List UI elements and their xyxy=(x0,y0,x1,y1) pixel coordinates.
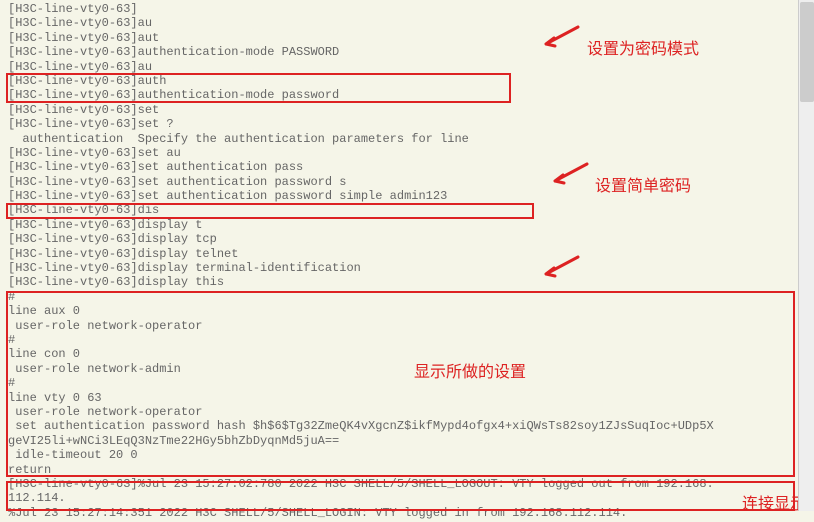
annotation-display-settings: 显示所做的设置 xyxy=(414,358,526,382)
terminal-line: [H3C-line-vty0-63]display tcp xyxy=(8,232,806,246)
terminal-line: [H3C-line-vty0-63]set ? xyxy=(8,117,806,131)
terminal-line: [H3C-line-vty0-63]au xyxy=(8,16,806,30)
scrollbar[interactable] xyxy=(798,0,814,511)
terminal-line: [H3C-line-vty0-63]display this xyxy=(8,275,806,289)
terminal-line: [H3C-line-vty0-63]set au xyxy=(8,146,806,160)
highlight-box-display-this xyxy=(6,291,795,477)
highlight-box-auth-mode xyxy=(6,73,511,103)
arrow-icon xyxy=(549,162,589,187)
highlight-box-connection-log xyxy=(6,481,795,511)
highlight-box-set-password xyxy=(6,203,534,219)
annotation-password-mode: 设置为密码模式 xyxy=(587,35,699,59)
annotation-connection: 连接显示 xyxy=(742,490,806,514)
arrow-icon xyxy=(540,255,580,280)
terminal-line: [H3C-line-vty0-63]display t xyxy=(8,218,806,232)
scrollbar-thumb[interactable] xyxy=(800,2,814,102)
terminal-line: [H3C-line-vty0-63]au xyxy=(8,60,806,74)
terminal-line: authentication Specify the authenticatio… xyxy=(8,132,806,146)
terminal-line: [H3C-line-vty0-63]display terminal-ident… xyxy=(8,261,806,275)
arrow-icon xyxy=(540,25,580,50)
annotation-simple-password: 设置简单密码 xyxy=(595,172,691,196)
terminal-line: [H3C-line-vty0-63]display telnet xyxy=(8,247,806,261)
terminal-line: [H3C-line-vty0-63]set xyxy=(8,103,806,117)
terminal-line: [H3C-line-vty0-63] xyxy=(8,2,806,16)
